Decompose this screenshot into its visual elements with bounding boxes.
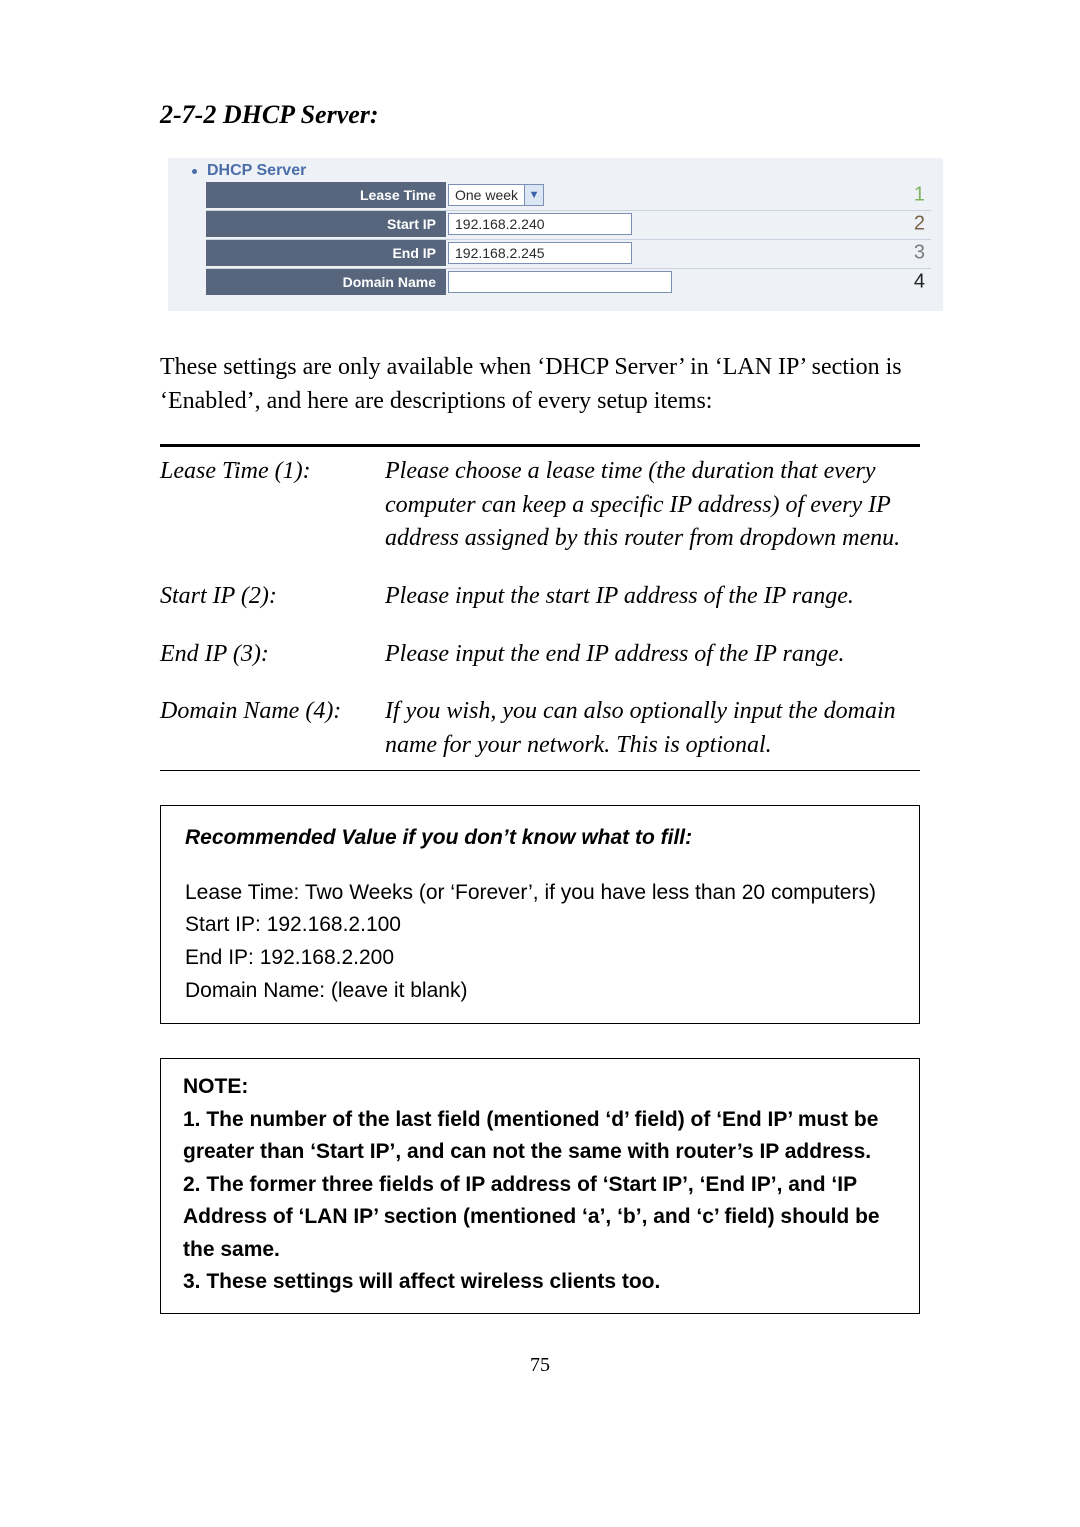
row-number-1: 1 bbox=[914, 184, 925, 207]
note-title: NOTE: bbox=[183, 1071, 897, 1104]
dhcp-panel-header: DHCP Server bbox=[192, 162, 931, 180]
def-term-lease-time: Lease Time (1): bbox=[160, 455, 385, 556]
dhcp-panel-title: DHCP Server bbox=[207, 162, 306, 180]
definition-row: End IP (3): Please input the end IP addr… bbox=[160, 638, 920, 672]
chevron-down-icon[interactable]: ▼ bbox=[524, 185, 543, 205]
recommended-box: Recommended Value if you don’t know what… bbox=[160, 805, 920, 1024]
def-term-start-ip: Start IP (2): bbox=[160, 580, 385, 614]
row-number-2: 2 bbox=[914, 213, 925, 236]
recommended-title: Recommended Value if you don’t know what… bbox=[185, 822, 899, 855]
note-line: 1. The number of the last field (mention… bbox=[183, 1104, 897, 1169]
def-term-end-ip: End IP (3): bbox=[160, 638, 385, 672]
def-desc-end-ip: Please input the end IP address of the I… bbox=[385, 638, 920, 672]
def-desc-domain-name: If you wish, you can also optionally inp… bbox=[385, 695, 920, 762]
section-heading: 2-7-2 DHCP Server: bbox=[150, 100, 930, 130]
domain-name-input[interactable] bbox=[448, 271, 672, 293]
definition-row: Lease Time (1): Please choose a lease ti… bbox=[160, 455, 920, 556]
recommended-line: End IP: 192.168.2.200 bbox=[185, 942, 899, 975]
intro-paragraph: These settings are only available when ‘… bbox=[160, 351, 930, 418]
note-box: NOTE: 1. The number of the last field (m… bbox=[160, 1058, 920, 1314]
row-number-4: 4 bbox=[914, 271, 925, 294]
row-domain-name: Domain Name 4 bbox=[206, 268, 931, 295]
bullet-icon bbox=[192, 169, 197, 174]
note-line: 2. The former three fields of IP address… bbox=[183, 1169, 897, 1267]
label-domain-name: Domain Name bbox=[206, 269, 446, 295]
page-number: 75 bbox=[150, 1354, 930, 1377]
recommended-line: Domain Name: (leave it blank) bbox=[185, 975, 899, 1008]
document-page: 2-7-2 DHCP Server: DHCP Server Lease Tim… bbox=[0, 0, 1080, 1527]
definition-row: Start IP (2): Please input the start IP … bbox=[160, 580, 920, 614]
row-end-ip: End IP 192.168.2.245 3 bbox=[206, 239, 931, 266]
label-end-ip: End IP bbox=[206, 240, 446, 266]
def-term-domain-name: Domain Name (4): bbox=[160, 695, 385, 762]
lease-time-select[interactable]: One week ▼ bbox=[448, 184, 544, 206]
divider bbox=[160, 770, 920, 771]
recommended-line: Lease Time: Two Weeks (or ‘Forever’, if … bbox=[185, 877, 899, 910]
label-lease-time: Lease Time bbox=[206, 182, 446, 208]
row-number-3: 3 bbox=[914, 242, 925, 265]
row-lease-time: Lease Time One week ▼ 1 bbox=[206, 182, 931, 208]
divider bbox=[160, 444, 920, 447]
end-ip-input[interactable]: 192.168.2.245 bbox=[448, 242, 632, 264]
definition-row: Domain Name (4): If you wish, you can al… bbox=[160, 695, 920, 762]
def-desc-lease-time: Please choose a lease time (the duration… bbox=[385, 455, 920, 556]
dhcp-rows: Lease Time One week ▼ 1 Start IP 192.168… bbox=[180, 182, 931, 295]
definitions-block: Lease Time (1): Please choose a lease ti… bbox=[160, 444, 920, 771]
recommended-line: Start IP: 192.168.2.100 bbox=[185, 909, 899, 942]
note-line: 3. These settings will affect wireless c… bbox=[183, 1266, 897, 1299]
def-desc-start-ip: Please input the start IP address of the… bbox=[385, 580, 920, 614]
dhcp-panel: DHCP Server Lease Time One week ▼ 1 Star… bbox=[168, 158, 943, 311]
lease-time-value: One week bbox=[449, 185, 524, 205]
label-start-ip: Start IP bbox=[206, 211, 446, 237]
start-ip-input[interactable]: 192.168.2.240 bbox=[448, 213, 632, 235]
row-start-ip: Start IP 192.168.2.240 2 bbox=[206, 210, 931, 237]
